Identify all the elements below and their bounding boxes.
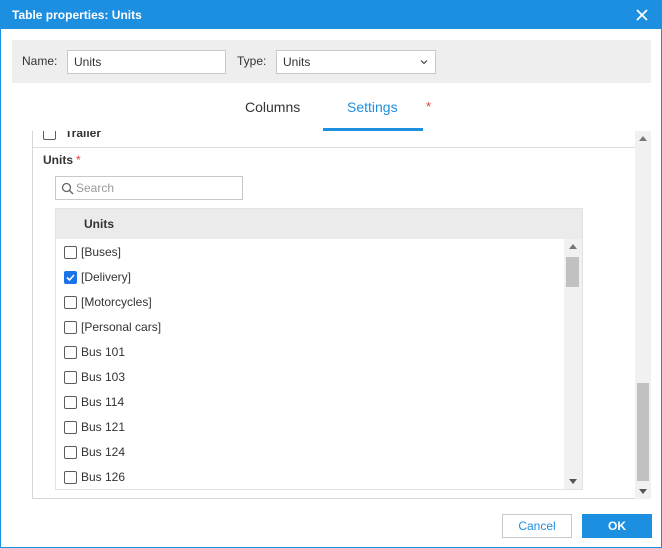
units-section-heading: Units * xyxy=(43,153,81,167)
item-label: Bus 101 xyxy=(81,345,126,359)
type-select-value: Units xyxy=(283,55,311,69)
type-select[interactable]: Units xyxy=(276,50,436,74)
tab-settings[interactable]: Settings xyxy=(347,99,398,115)
panel-scrollbar[interactable] xyxy=(635,131,651,499)
name-input[interactable] xyxy=(67,50,226,74)
item-label: [Personal cars] xyxy=(81,320,162,334)
name-label: Name: xyxy=(22,54,58,68)
item-checkbox[interactable] xyxy=(64,471,77,484)
item-label: Bus 114 xyxy=(81,395,125,409)
type-label: Type: xyxy=(237,54,267,68)
scroll-down-icon[interactable] xyxy=(639,489,647,495)
units-list: Units [Buses] [Delivery] [Motorcycles] [Per… xyxy=(55,208,583,490)
close-icon[interactable] xyxy=(633,6,651,24)
settings-panel: Trailer Units* Units [Buses][Delivery][M… xyxy=(32,131,651,499)
item-checkbox[interactable] xyxy=(64,246,77,259)
trailer-checkbox[interactable] xyxy=(43,131,56,140)
item-checkbox[interactable] xyxy=(64,371,77,384)
dialog-title: Table properties: Units xyxy=(12,8,142,22)
chevron-down-icon xyxy=(420,60,428,65)
list-item[interactable]: Bus 121 xyxy=(56,414,564,439)
item-checkbox[interactable] xyxy=(64,271,77,284)
scroll-up-icon[interactable] xyxy=(569,243,577,249)
list-item[interactable]: [Delivery] xyxy=(56,264,564,289)
item-label: Bus 124 xyxy=(81,445,126,459)
item-checkbox[interactable] xyxy=(64,446,77,459)
list-scrollbar[interactable] xyxy=(564,239,582,489)
scroll-down-icon[interactable] xyxy=(569,479,577,485)
trailer-option[interactable]: Trailer xyxy=(43,131,243,143)
item-checkbox[interactable] xyxy=(64,296,77,309)
list-item[interactable]: [Motorcycles] xyxy=(56,289,564,314)
table-properties-dialog: Table properties: Units Name: Type: Unit… xyxy=(0,0,662,548)
item-checkbox[interactable] xyxy=(64,346,77,359)
item-label: [Delivery] xyxy=(81,270,132,284)
scroll-up-icon[interactable] xyxy=(639,135,647,141)
properties-bar: Name: Type: Units xyxy=(12,40,651,83)
list-scrollbar-thumb[interactable] xyxy=(566,257,579,287)
item-label: Bus 126 xyxy=(81,470,126,484)
item-checkbox[interactable] xyxy=(64,421,77,434)
item-label: Bus 121 xyxy=(81,420,126,434)
search-box[interactable] xyxy=(55,176,243,200)
settings-required-marker: * xyxy=(426,99,432,114)
list-item[interactable]: [Buses] xyxy=(56,239,564,264)
list-item[interactable]: Bus 126 xyxy=(56,464,564,489)
item-label: [Buses] xyxy=(81,245,122,259)
item-checkbox[interactable] xyxy=(64,321,77,334)
divider xyxy=(33,147,637,148)
units-heading-text: Units xyxy=(43,153,73,167)
list-header-label: Units xyxy=(84,217,114,231)
search-input[interactable] xyxy=(76,179,236,197)
item-label: [Motorcycles] xyxy=(81,295,152,309)
item-label: Bus 103 xyxy=(81,370,126,384)
units-required-marker: * xyxy=(76,153,81,167)
list-rows: [Buses] [Delivery] [Motorcycles] [Personal … xyxy=(56,239,564,489)
list-header: Units xyxy=(56,209,582,239)
trailer-label: Trailer xyxy=(65,131,102,140)
tab-bar: Columns Settings * xyxy=(1,89,661,131)
item-checkbox[interactable] xyxy=(64,396,77,409)
tab-columns[interactable]: Columns xyxy=(245,99,300,115)
list-item[interactable]: Bus 101 xyxy=(56,339,564,364)
search-icon xyxy=(61,182,74,195)
list-item[interactable]: [Personal cars] xyxy=(56,314,564,339)
list-item[interactable]: Bus 124 xyxy=(56,439,564,464)
ok-button[interactable]: OK xyxy=(582,514,652,538)
list-item[interactable]: Bus 103 xyxy=(56,364,564,389)
list-item[interactable]: Bus 114 xyxy=(56,389,564,414)
cancel-button[interactable]: Cancel xyxy=(502,514,572,538)
panel-scrollbar-thumb[interactable] xyxy=(637,383,649,481)
dialog-titlebar: Table properties: Units xyxy=(1,1,661,29)
